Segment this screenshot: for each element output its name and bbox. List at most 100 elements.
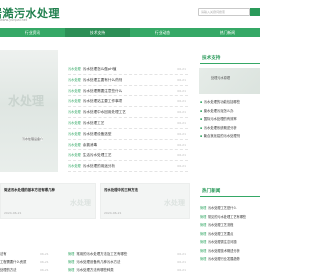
tech-item-title[interactable]: 污水处理的功能包括哪些 [204,100,240,104]
item-date: 06-21 [40,260,49,264]
item-date: 06-21 [177,260,186,264]
article-card[interactable]: 简述污水处理的基本方法有哪几种 水处理 2024-06-21 [0,183,96,219]
card-date: 2024-06-21 [104,211,122,215]
news-title[interactable]: 余氯消毒 [83,143,97,147]
site-url: www.yunpai.net [0,18,28,22]
list-item[interactable]: 管理 污水处理需注意问题 [200,238,260,247]
list-item[interactable]: 污水处理 污水处理主要有什么药剂 06-21 [68,75,188,86]
list-item[interactable]: 污水处理 污水处理需要注意些什么 06-21 [68,86,188,97]
card-date: 2024-06-21 [4,211,22,215]
news-date: 06-21 [177,120,186,125]
news-date: 06-21 [177,164,186,169]
tech-banner-caption: 处理污水原理 [211,76,231,80]
item-tag: 管理 [68,260,75,264]
nav-item-tech-support[interactable]: 技术支持 [65,28,130,37]
list-item[interactable]: ▪ 污水处理的功能包括哪些 [200,98,260,107]
news-tag: 污水处理 [68,153,81,158]
item-title[interactable]: 污水处理工艺要点 [208,232,234,236]
item-title[interactable]: 污水处理工艺流程 [208,223,234,227]
image-watermark: 水处理 [8,94,45,108]
nav-item-hot-news[interactable]: 热门新闻 [195,28,260,37]
item-tag: 管理 [200,231,207,236]
list-item[interactable]: 管理 污水处理工艺是什么 [200,204,260,213]
item-title[interactable]: 污水处理设备有几种污水方法 [76,260,120,264]
news-date: 06-21 [177,99,186,104]
tech-item-title[interactable]: 国际污水处理的有效率 [204,117,237,121]
news-date: 06-21 [177,131,186,136]
item-title[interactable]: 法有 [0,252,7,256]
news-title[interactable]: 污水处理的用途分析 [83,164,115,168]
list-item[interactable]: 污水处理 生活污水处理工艺 06-21 [68,150,188,162]
item-tag: 管理 [200,206,207,210]
item-tag: 管理 [200,214,207,219]
item-title[interactable]: 污水处理工艺是什么 [208,206,237,210]
list-item[interactable]: 管理 污水处理工艺要点 [200,230,260,239]
item-date: 06-21 [40,252,49,256]
list-item[interactable]: 管理 污水处理行业发展趋势 [200,255,260,264]
news-tag: 污水处理 [68,99,81,104]
item-title[interactable]: 工程需要什么资质 [0,260,26,264]
news-title[interactable]: 污水处理设备选型 [83,132,112,136]
item-title[interactable]: 污水处理需注意问题 [208,240,237,244]
news-title[interactable]: 生活污水处理工艺 [83,153,112,157]
item-title[interactable]: 污水处理方法有哪些种类 [76,268,113,272]
bullet-icon: ▪ [200,125,203,130]
item-tag: 管理 [200,248,207,253]
card-title[interactable]: 污水处理中的三种方法 [104,187,138,192]
list-item[interactable]: ▪ 污水处理系统概述分析 [200,124,260,133]
news-tag: 污水处理 [68,77,81,82]
list-item[interactable]: 污水处理 余氯消毒 06-21 [68,140,188,151]
list-item[interactable]: 工程需要什么资质 06-21 [0,258,58,266]
item-title[interactable]: 常用的污水处理方法及工艺有哪些 [76,252,127,256]
tech-item-title[interactable]: 聚合氯化铝的污水处理剂 [204,134,240,138]
list-item[interactable]: 污水处理 污水处理站主要工作事项 06-21 [68,96,188,108]
list-item[interactable]: 法有 06-21 [0,250,58,258]
card-title[interactable]: 简述污水处理的基本方法有哪几种 [4,187,55,192]
list-item[interactable]: 污水处理 污水处理设备选型 06-21 [68,129,188,140]
search-input[interactable]: 请输入关键词搜索 [198,8,250,16]
item-tag: 管理 [200,240,207,244]
list-item[interactable]: 管理 常见的污水处理工艺有哪些 [200,213,260,222]
divider [200,63,260,64]
list-item[interactable]: 管理 污水处理设备有几种污水方法 06-21 [68,258,188,266]
tech-item-title[interactable]: 污水处理系统概述分析 [204,126,237,130]
site-header: 岩澔污水处理 www.yunpai.net 请输入关键词搜索 [0,0,260,28]
list-item[interactable]: ▪ 废水处理污泥怎么办 [200,107,260,116]
featured-image[interactable]: 水处理 污水处理设备介 [0,50,58,172]
item-title[interactable]: 常见的污水处理工艺有哪些 [208,215,246,219]
nav-item-industry-trends[interactable]: 行业动态 [130,28,195,37]
list-item[interactable]: 管理 污水处理技术概述分析 [200,247,260,256]
news-tag: 污水处理 [68,164,81,169]
news-title[interactable]: 污水处理需要注意些什么 [83,89,123,93]
list-item[interactable]: 污水处理 污水处理怎么做pH值 06-21 [68,64,188,75]
item-title[interactable]: 污水处理技术概述分析 [208,249,240,253]
news-tag: 污水处理 [68,67,81,71]
tech-item-title[interactable]: 废水处理污泥怎么办 [204,109,234,113]
item-title[interactable]: 处理的方法 [0,268,16,272]
bullet-icon: ▪ [200,134,203,139]
item-tag: 管理 [68,268,75,272]
nav-item-industry-news[interactable]: 行业资讯 [0,28,65,37]
news-title[interactable]: 污水处理主要有什么药剂 [83,78,123,82]
list-item[interactable]: 污水处理 污水处理的用途分析 06-21 [68,161,188,172]
item-title[interactable]: 污水处理行业发展趋势 [208,257,240,261]
list-item[interactable]: ▪ 聚合氯化铝的污水处理剂 [200,132,260,141]
search-button[interactable] [250,8,260,16]
list-item[interactable]: 污水处理 污水处理工艺 06-21 [68,118,188,129]
news-title[interactable]: 污水处理怎么做pH值 [83,67,117,71]
news-title[interactable]: 污水处理站主要工作事项 [83,99,123,103]
list-item[interactable]: 管理 污水处理工艺流程 [200,221,260,230]
list-item[interactable]: 处理的方法 06-21 [0,266,58,274]
tech-banner-image[interactable]: 处理污水原理 [199,68,260,94]
news-date: 06-21 [177,67,186,71]
hot-list: 管理 污水处理工艺是什么 管理 常见的污水处理工艺有哪些 管理 污水处理工艺流程 管理… [200,204,260,264]
article-card[interactable]: 污水处理中的三种方法 水处理 2024-06-21 [100,183,190,219]
list-item[interactable]: 管理 常用的污水处理方法及工艺有哪些 06-21 [68,250,188,258]
list-item[interactable]: ▪ 国际污水处理的有效率 [200,115,260,124]
tech-list: ▪ 污水处理的功能包括哪些 ▪ 废水处理污泥怎么办 ▪ 国际污水处理的有效率 ▪ 污水处… [200,98,260,141]
list-item[interactable]: 污水处理 污水处理中水回用处理工艺 06-21 [68,107,188,118]
list-item[interactable]: 管理 污水处理方法有哪些种类 06-21 [68,266,188,274]
news-title[interactable]: 污水处理中水回用处理工艺 [83,110,126,114]
bullet-icon: ▪ [200,100,203,104]
news-title[interactable]: 污水处理工艺 [83,121,105,125]
